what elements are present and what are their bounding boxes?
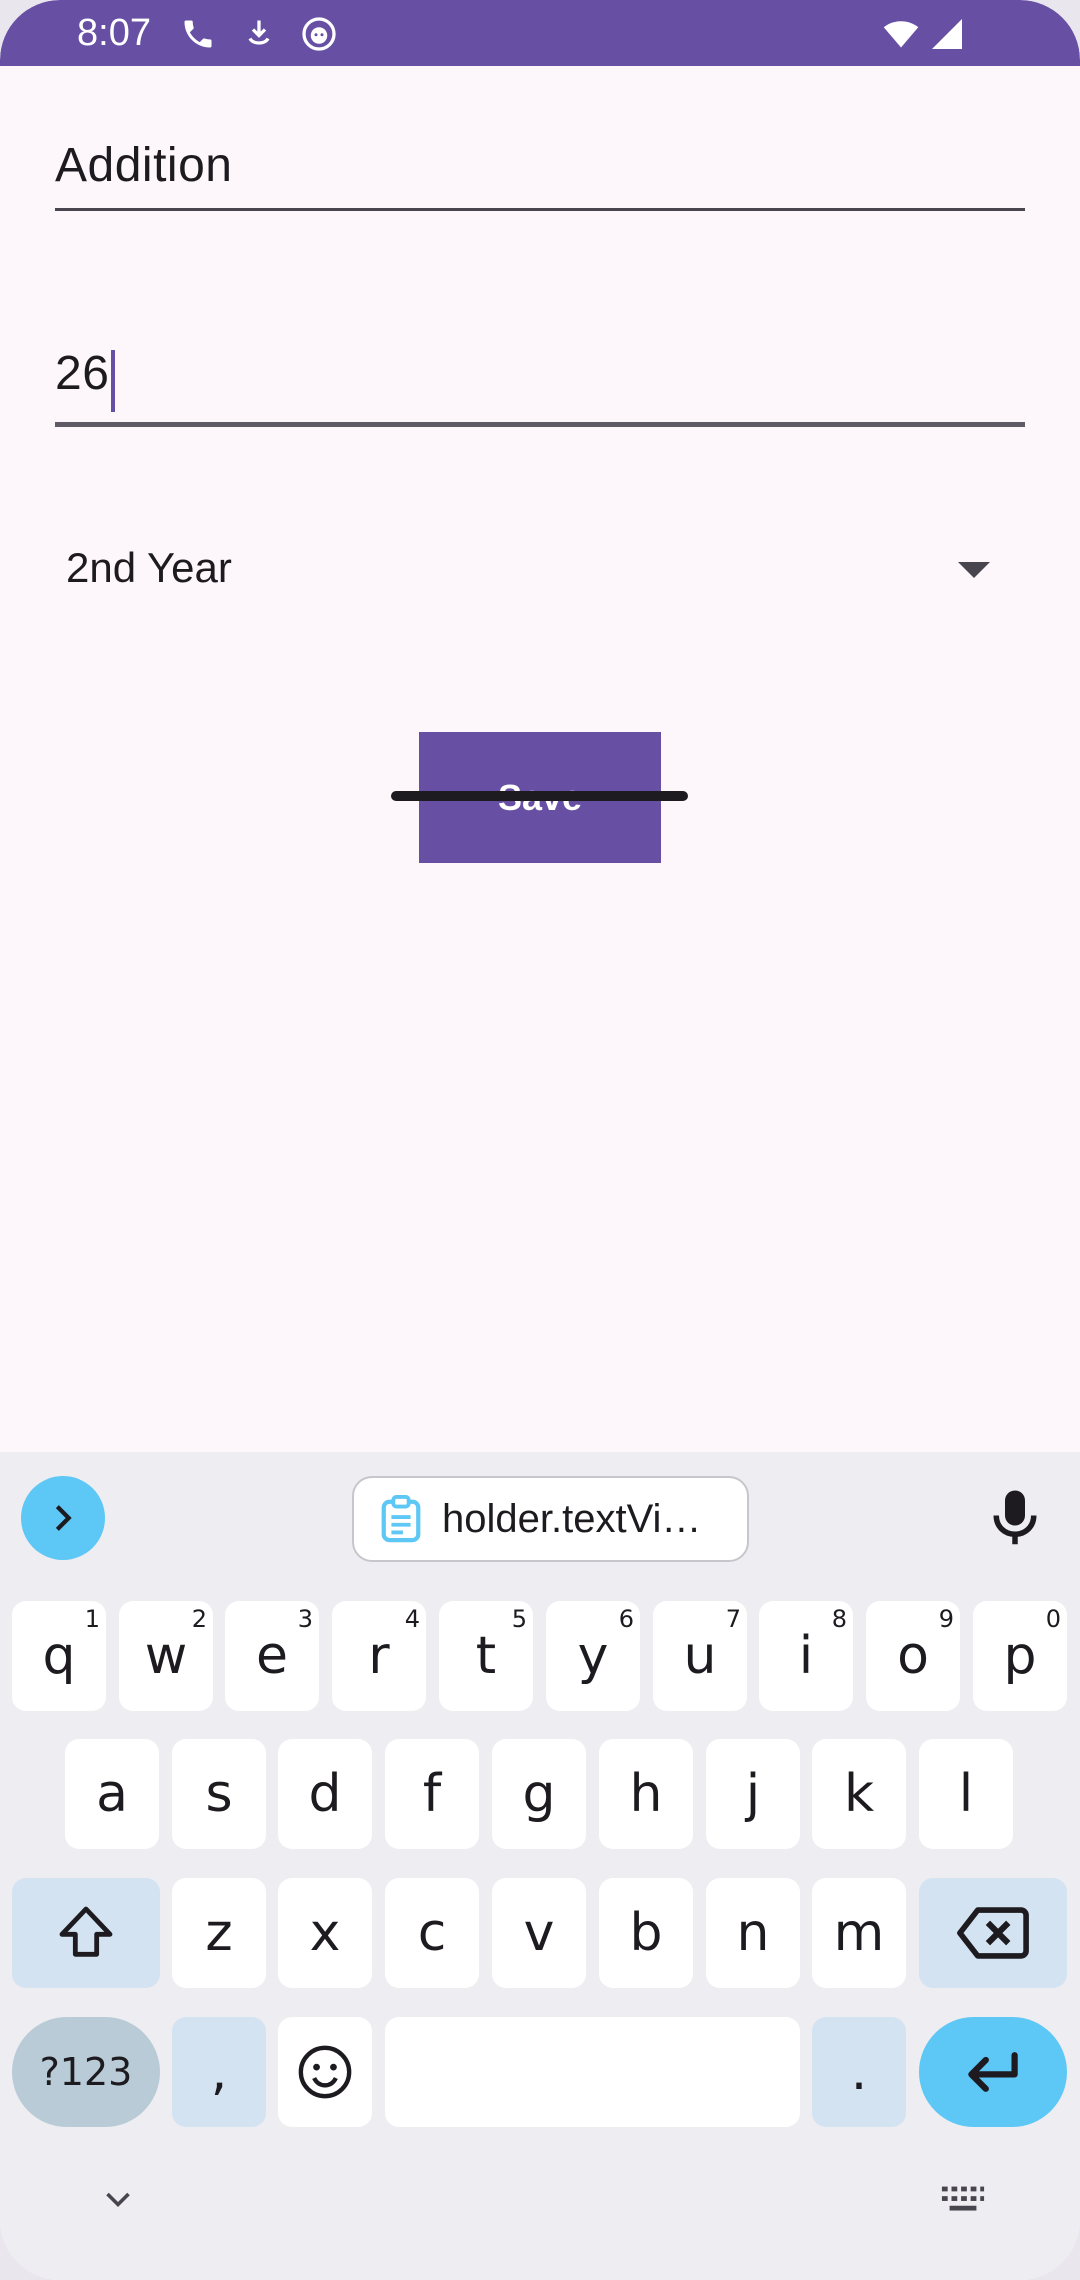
- key-a[interactable]: a: [65, 1739, 159, 1849]
- number-field[interactable]: 26: [55, 346, 1025, 428]
- key-z[interactable]: z: [172, 1878, 266, 1988]
- enter-arrow-icon: [968, 2052, 1018, 2092]
- status-bar: 8:07: [0, 0, 1080, 66]
- comma-key[interactable]: ,: [172, 2017, 266, 2127]
- number-field-value: 26: [55, 347, 110, 400]
- chevron-right-icon: [55, 1505, 72, 1531]
- text-cursor: [111, 349, 116, 412]
- keyboard-toolbar: holder.textVi…: [0, 1452, 1080, 1582]
- symbols-key[interactable]: ?123: [12, 2017, 160, 2127]
- key-p[interactable]: p0: [973, 1601, 1067, 1711]
- key-x[interactable]: x: [278, 1878, 372, 1988]
- download-icon: [241, 16, 277, 52]
- home-gesture-handle[interactable]: [391, 791, 688, 801]
- soft-keyboard: holder.textVi… q1 w2 e3 r4 t5 y6 u7 i8 o…: [0, 1452, 1080, 2280]
- key-h[interactable]: h: [599, 1739, 693, 1849]
- key-g[interactable]: g: [492, 1739, 586, 1849]
- year-spinner[interactable]: 2nd Year: [66, 536, 1016, 602]
- key-m[interactable]: m: [812, 1878, 906, 1988]
- key-j[interactable]: j: [706, 1739, 800, 1849]
- clipboard-text: holder.textVi…: [442, 1496, 702, 1541]
- shift-icon: [59, 1906, 113, 1957]
- key-n[interactable]: n: [706, 1878, 800, 1988]
- clipboard-suggestion[interactable]: holder.textVi…: [352, 1476, 749, 1562]
- keyboard-switch-icon[interactable]: [940, 2180, 986, 2225]
- key-e[interactable]: e3: [225, 1601, 319, 1711]
- name-field-value: Addition: [55, 139, 233, 192]
- key-b[interactable]: b: [599, 1878, 693, 1988]
- shift-key[interactable]: [12, 1878, 160, 1988]
- mic-icon[interactable]: [990, 1488, 1040, 1548]
- cat-face-icon: [301, 16, 337, 52]
- key-r[interactable]: r4: [332, 1601, 426, 1711]
- period-key[interactable]: .: [812, 2017, 906, 2127]
- key-t[interactable]: t5: [439, 1601, 533, 1711]
- app-screen: 8:07 Addition 26 2nd Year Save: [0, 0, 1080, 2280]
- wifi-icon: [880, 16, 922, 52]
- dropdown-arrow-icon: [958, 562, 990, 578]
- enter-key[interactable]: [919, 2017, 1067, 2127]
- key-v[interactable]: v: [492, 1878, 586, 1988]
- key-c[interactable]: c: [385, 1878, 479, 1988]
- key-y[interactable]: y6: [546, 1601, 640, 1711]
- key-o[interactable]: o9: [866, 1601, 960, 1711]
- key-s[interactable]: s: [172, 1739, 266, 1849]
- spacebar[interactable]: [385, 2017, 800, 2127]
- keyboard-bottom-bar: [0, 2162, 1080, 2280]
- expand-toolbar-button[interactable]: [21, 1476, 105, 1560]
- backspace-icon: [957, 1907, 1029, 1959]
- key-l[interactable]: l: [919, 1739, 1013, 1849]
- key-i[interactable]: i8: [759, 1601, 853, 1711]
- key-k[interactable]: k: [812, 1739, 906, 1849]
- status-time: 8:07: [77, 12, 151, 54]
- key-d[interactable]: d: [278, 1739, 372, 1849]
- key-u[interactable]: u7: [653, 1601, 747, 1711]
- year-spinner-value: 2nd Year: [66, 544, 232, 591]
- hide-keyboard-icon[interactable]: [100, 2182, 136, 2223]
- key-q[interactable]: q1: [12, 1601, 106, 1711]
- name-field-underline: [55, 208, 1025, 211]
- key-f[interactable]: f: [385, 1739, 479, 1849]
- phone-icon: [180, 16, 216, 52]
- backspace-key[interactable]: [919, 1878, 1067, 1988]
- key-w[interactable]: w2: [119, 1601, 213, 1711]
- name-field[interactable]: Addition: [55, 138, 1025, 214]
- clipboard-icon: [378, 1494, 424, 1544]
- number-field-underline: [55, 422, 1025, 427]
- emoji-key[interactable]: [278, 2017, 372, 2127]
- emoji-icon: [298, 2045, 352, 2099]
- signal-icon: [928, 16, 966, 52]
